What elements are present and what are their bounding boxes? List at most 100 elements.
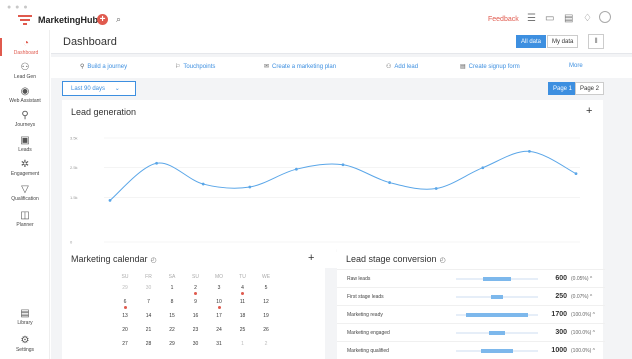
add-button[interactable]: +	[97, 14, 108, 25]
calendar-icon[interactable]: ▤	[564, 13, 573, 24]
sidebar: ◔ Dashboard ⚇ Lead Gen ◉ Web Assistant ⚲…	[0, 30, 50, 359]
data-point	[528, 149, 531, 153]
calendar-date[interactable]: 24	[210, 327, 228, 333]
calendar-date[interactable]: 6	[116, 299, 134, 305]
calendar-date[interactable]: 31	[210, 341, 228, 347]
sidebar-item-web-assistant[interactable]: ◉ Web Assistant	[0, 86, 50, 104]
calendar-date[interactable]: 19	[257, 313, 275, 319]
info-icon[interactable]: ◴	[440, 257, 446, 264]
sidebar-item-leads[interactable]: ▣ Leads	[0, 135, 50, 153]
data-point	[108, 199, 112, 202]
list-icon[interactable]: ☰	[527, 13, 536, 24]
date-range-select[interactable]: Last 90 days ⌄	[62, 81, 136, 96]
info-icon[interactable]: ◴	[151, 257, 157, 264]
my-data-toggle[interactable]: My data	[547, 35, 579, 48]
main-content: Dashboard All data My data ⦀ ⚲ Build a jo…	[51, 30, 632, 359]
data-point	[388, 181, 391, 184]
calendar-date[interactable]: 14	[140, 313, 158, 319]
add-user-icon: ⚇	[386, 64, 392, 70]
add-event-button[interactable]: +	[308, 252, 314, 264]
calendar-date[interactable]: 20	[116, 327, 134, 333]
lead-stage-row[interactable]: Marketing engaged 300 (100.0%) ^	[337, 323, 605, 341]
sidebar-item-lead-gen[interactable]: ⚇ Lead Gen	[0, 62, 50, 80]
sidebar-item-label: Planner	[16, 222, 34, 228]
quick-actions-bar: ⚲ Build a journey ⚐ Touchpoints ✉ Create a …	[51, 57, 632, 78]
calendar-date[interactable]: 5	[257, 285, 275, 291]
calendar-date[interactable]: 26	[257, 327, 275, 333]
data-point	[248, 185, 252, 189]
calendar-date[interactable]: 17	[210, 313, 228, 319]
page-2-button[interactable]: Page 2	[575, 82, 605, 95]
calendar-date[interactable]: 28	[140, 341, 158, 347]
avatar[interactable]	[599, 11, 611, 23]
calendar-date[interactable]: 2	[187, 285, 205, 291]
add-lead-action[interactable]: ⚇ Add lead	[386, 63, 418, 70]
lead-stage-row[interactable]: Marketing qualified 1000 (100.0%) ^	[337, 341, 605, 359]
calendar-date[interactable]: 15	[163, 313, 181, 319]
folder-icon[interactable]: ▭	[545, 13, 554, 24]
calendar-date[interactable]: 1	[234, 341, 252, 347]
sidebar-item-label: Journeys	[14, 122, 36, 128]
users-icon: ⚇	[20, 62, 30, 73]
feedback-link[interactable]: Feedback	[488, 16, 519, 23]
calendar-date[interactable]: 21	[140, 327, 158, 333]
calendar-date[interactable]: 18	[234, 313, 252, 319]
sidebar-item-engagement[interactable]: ✲ Engagement	[0, 159, 50, 177]
calendar-date[interactable]: 9	[187, 299, 205, 305]
calendar-date[interactable]: 29	[163, 341, 181, 347]
page-header: Dashboard All data My data ⦀	[51, 30, 632, 54]
data-point	[341, 163, 345, 167]
calendar-date[interactable]: 30	[140, 285, 158, 291]
calendar-date[interactable]: 13	[116, 313, 134, 319]
y-tick-label: 2.5k	[70, 165, 78, 170]
sidebar-item-settings[interactable]: ⚙ Settings	[0, 335, 50, 353]
stage-bar	[490, 295, 504, 299]
sidebar-item-dashboard[interactable]: ◔ Dashboard	[0, 38, 50, 56]
stage-name: Marketing ready	[347, 312, 383, 318]
calendar-date[interactable]: 4	[234, 285, 252, 291]
calendar-date[interactable]: 12	[257, 299, 275, 305]
y-tick-label: 3.5k	[70, 136, 78, 141]
lead-stage-row[interactable]: Marketing ready 1700 (100.0%) ^	[337, 305, 605, 323]
bell-icon[interactable]: ♢	[583, 13, 592, 24]
sidebar-item-planner[interactable]: ◫ Planner	[0, 210, 50, 228]
calendar-date[interactable]: 11	[234, 299, 252, 305]
stage-name: Raw leads	[347, 276, 371, 282]
calendar-date[interactable]: 23	[187, 327, 205, 333]
calendar-date[interactable]: 22	[163, 327, 181, 333]
event-marker	[241, 292, 244, 295]
lead-stage-conversion-card: Lead stage conversion ◴ Raw leads 600 (0.05…	[337, 247, 605, 359]
calendar-date[interactable]: 29	[116, 285, 134, 291]
lead-stage-title: Lead stage conversion ◴	[346, 254, 446, 264]
journeys-icon: ⚲	[21, 110, 29, 121]
columns-icon[interactable]: ⦀	[588, 34, 604, 49]
lead-stage-row[interactable]: Raw leads 600 (0.05%) ^	[337, 269, 605, 287]
touchpoints-action[interactable]: ⚐ Touchpoints	[175, 63, 215, 70]
calendar-date[interactable]: 7	[140, 299, 158, 305]
window-dots: ● ● ●	[7, 4, 29, 11]
sidebar-item-qualification[interactable]: ▽ Qualification	[0, 184, 50, 202]
build-journey-action[interactable]: ⚲ Build a journey	[80, 63, 127, 70]
calendar-date[interactable]: 2	[257, 341, 275, 347]
calendar-day-header: FR	[145, 274, 152, 280]
calendar-date[interactable]: 3	[210, 285, 228, 291]
search-icon[interactable]: ⌕	[116, 14, 121, 25]
create-marketing-plan-action[interactable]: ✉ Create a marketing plan	[264, 63, 336, 70]
page-1-button[interactable]: Page 1	[548, 82, 578, 95]
sidebar-item-library[interactable]: ▤ Library	[0, 308, 50, 326]
stage-value: 300	[555, 329, 567, 336]
calendar-date[interactable]: 27	[116, 341, 134, 347]
sidebar-item-journeys[interactable]: ⚲ Journeys	[0, 110, 50, 128]
all-data-toggle[interactable]: All data	[516, 35, 547, 48]
calendar-date[interactable]: 10	[210, 299, 228, 305]
more-action[interactable]: More	[569, 63, 583, 69]
create-signup-form-action[interactable]: ▤ Create signup form	[460, 63, 520, 70]
lead-stage-row[interactable]: First stage leads 250 (0.07%) ^	[337, 287, 605, 305]
calendar-date[interactable]: 8	[163, 299, 181, 305]
calendar-date[interactable]: 16	[187, 313, 205, 319]
calendar-day-header: SA	[168, 274, 176, 280]
stage-value: 1000	[551, 347, 567, 354]
calendar-date[interactable]: 25	[234, 327, 252, 333]
calendar-date[interactable]: 1	[163, 285, 181, 291]
calendar-date[interactable]: 30	[187, 341, 205, 347]
